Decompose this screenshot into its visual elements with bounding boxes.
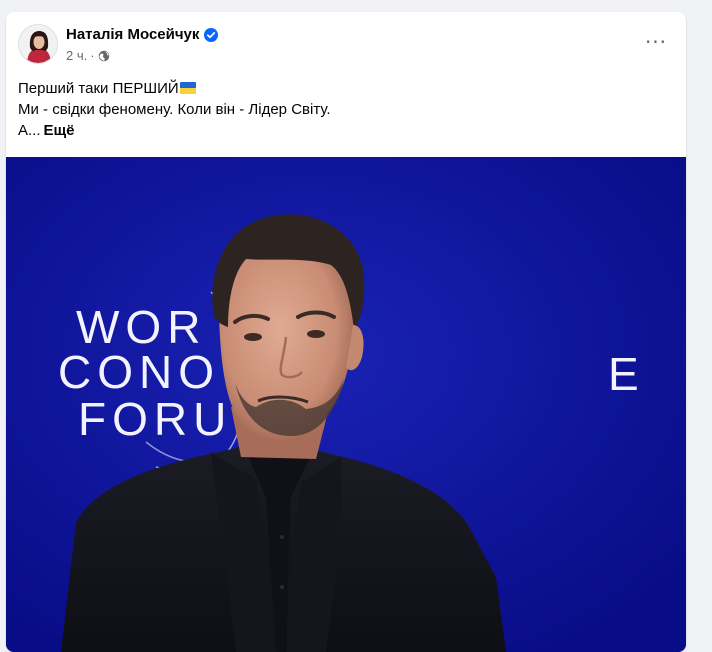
post-text-line-3: А... Ещё xyxy=(18,120,674,141)
post-text-line-1-text: Перший таки ПЕРШИЙ xyxy=(18,80,179,97)
more-options-icon: ··· xyxy=(644,30,668,54)
author-avatar[interactable] xyxy=(18,24,58,64)
verified-badge-icon xyxy=(204,27,219,42)
ukraine-flag-icon xyxy=(179,82,196,94)
meta-separator: · xyxy=(90,48,95,63)
post-text-line-1: Перший таки ПЕРШИЙ xyxy=(18,78,674,99)
globe-icon xyxy=(98,50,110,62)
author-name[interactable]: Наталія Мосейчук xyxy=(66,26,199,43)
post-body: Перший таки ПЕРШИЙ Ми - свідки феномену.… xyxy=(18,78,674,141)
post-text-truncated: А... xyxy=(18,122,41,139)
see-more-link[interactable]: Ещё xyxy=(44,122,75,139)
author-line: Наталія Мосейчук xyxy=(66,26,219,43)
post-timestamp[interactable]: 2 ч. xyxy=(66,48,87,63)
backdrop-word-2: CONO xyxy=(58,346,220,398)
post-meta: 2 ч. · xyxy=(66,48,110,63)
post-card: Наталія Мосейчук 2 ч. · ··· Перший таки … xyxy=(6,12,686,652)
post-options-button[interactable]: ··· xyxy=(638,24,674,60)
post-photo[interactable]: WOR CONO FORU E xyxy=(6,157,686,652)
post-text-line-2: Ми - свідки феномену. Коли він - Лідер С… xyxy=(18,101,331,118)
photo-scene: WOR CONO FORU E xyxy=(6,157,686,652)
avatar-portrait xyxy=(19,25,57,63)
post-header: Наталія Мосейчук 2 ч. · ··· xyxy=(18,24,674,64)
backdrop-word-4: E xyxy=(608,348,645,400)
backdrop-word-3: FORU xyxy=(78,393,232,445)
